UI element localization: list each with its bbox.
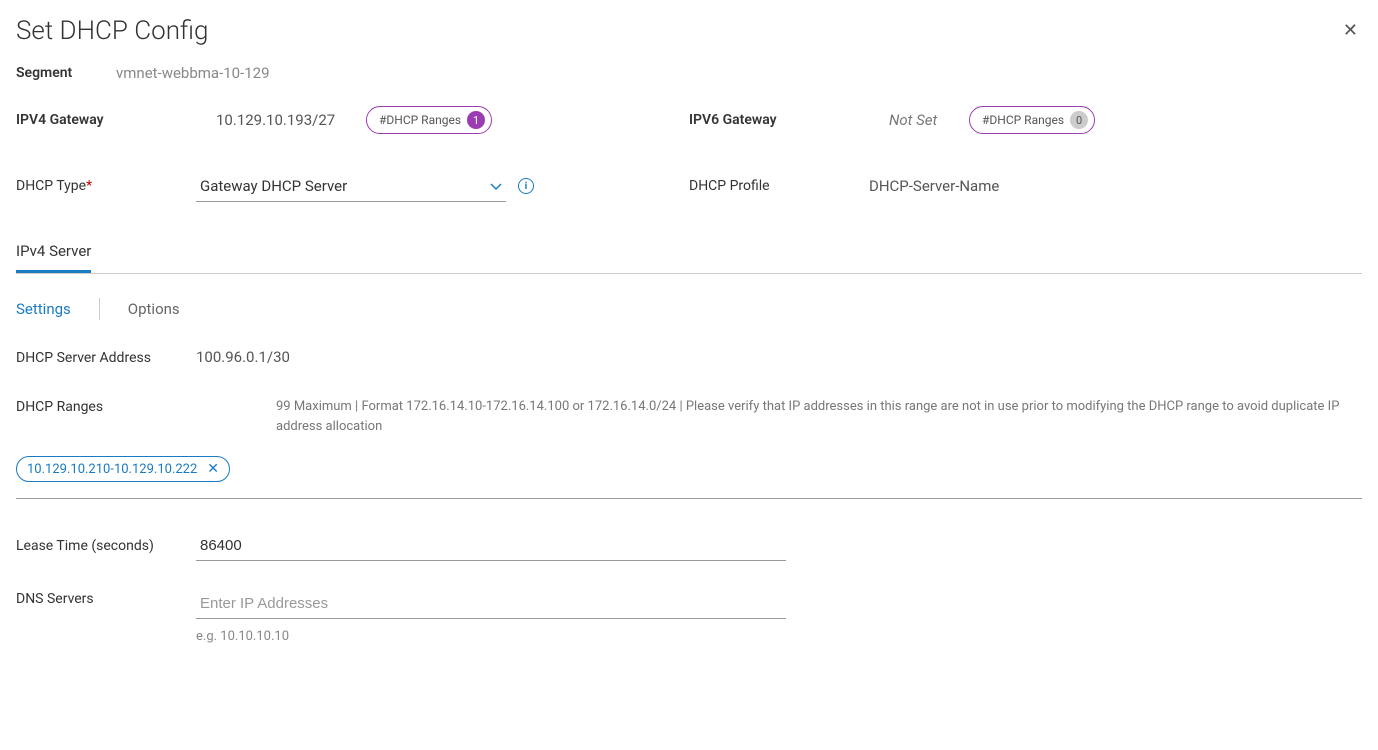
dhcp-server-address-label: DHCP Server Address [16, 348, 196, 369]
dhcp-profile-value: DHCP-Server-Name [869, 177, 999, 195]
ipv6-dhcp-ranges-badge[interactable]: #DHCP Ranges 0 [969, 106, 1095, 134]
main-tabs: IPv4 Server [16, 232, 1362, 274]
ipv4-ranges-badge-label: #DHCP Ranges [379, 113, 461, 127]
range-tag-text: 10.129.10.210-10.129.10.222 [27, 462, 197, 477]
dhcp-type-label: DHCP Type* [16, 178, 196, 194]
dhcp-ranges-input-row[interactable]: 10.129.10.210-10.129.10.222 ✕ [16, 456, 1362, 499]
dhcp-ranges-hint: 99 Maximum | Format 172.16.14.10-172.16.… [276, 397, 1362, 436]
chevron-down-icon [490, 176, 502, 195]
ipv6-gateway-value: Not Set [889, 111, 969, 129]
subtab-divider [99, 298, 100, 320]
dhcp-type-label-text: DHCP Type [16, 178, 86, 194]
sub-tabs: Settings Options [16, 298, 1362, 320]
dns-servers-hint: e.g. 10.10.10.10 [196, 629, 786, 644]
range-tag: 10.129.10.210-10.129.10.222 ✕ [16, 456, 230, 482]
ipv4-ranges-count: 1 [467, 111, 485, 129]
segment-value: vmnet-webbma-10-129 [116, 64, 270, 82]
dhcp-profile-label: DHCP Profile [689, 178, 869, 194]
required-asterisk: * [86, 178, 92, 194]
dhcp-type-value: Gateway DHCP Server [200, 177, 347, 195]
info-icon[interactable]: i [518, 178, 534, 194]
ipv6-gateway-label: IPV6 Gateway [689, 112, 889, 128]
tab-ipv4-server[interactable]: IPv4 Server [16, 232, 91, 273]
lease-time-input[interactable] [196, 531, 786, 561]
subtab-settings[interactable]: Settings [16, 298, 71, 320]
segment-label: Segment [16, 65, 116, 81]
dhcp-type-select[interactable]: Gateway DHCP Server [196, 170, 506, 202]
range-tag-remove-icon[interactable]: ✕ [207, 461, 219, 477]
subtab-options[interactable]: Options [128, 298, 180, 320]
ipv4-dhcp-ranges-badge[interactable]: #DHCP Ranges 1 [366, 106, 492, 134]
ipv6-ranges-count: 0 [1070, 111, 1088, 129]
ipv4-gateway-value: 10.129.10.193/27 [216, 111, 366, 129]
lease-time-label: Lease Time (seconds) [16, 536, 196, 557]
ipv4-gateway-label: IPV4 Gateway [16, 112, 216, 128]
dns-servers-input[interactable] [196, 589, 786, 619]
page-title: Set DHCP Config [16, 16, 208, 46]
ipv6-ranges-badge-label: #DHCP Ranges [982, 113, 1064, 127]
dhcp-ranges-label: DHCP Ranges [16, 397, 196, 418]
dns-servers-label: DNS Servers [16, 589, 196, 610]
dhcp-server-address-value: 100.96.0.1/30 [196, 348, 290, 366]
close-icon[interactable]: ✕ [1339, 16, 1362, 45]
